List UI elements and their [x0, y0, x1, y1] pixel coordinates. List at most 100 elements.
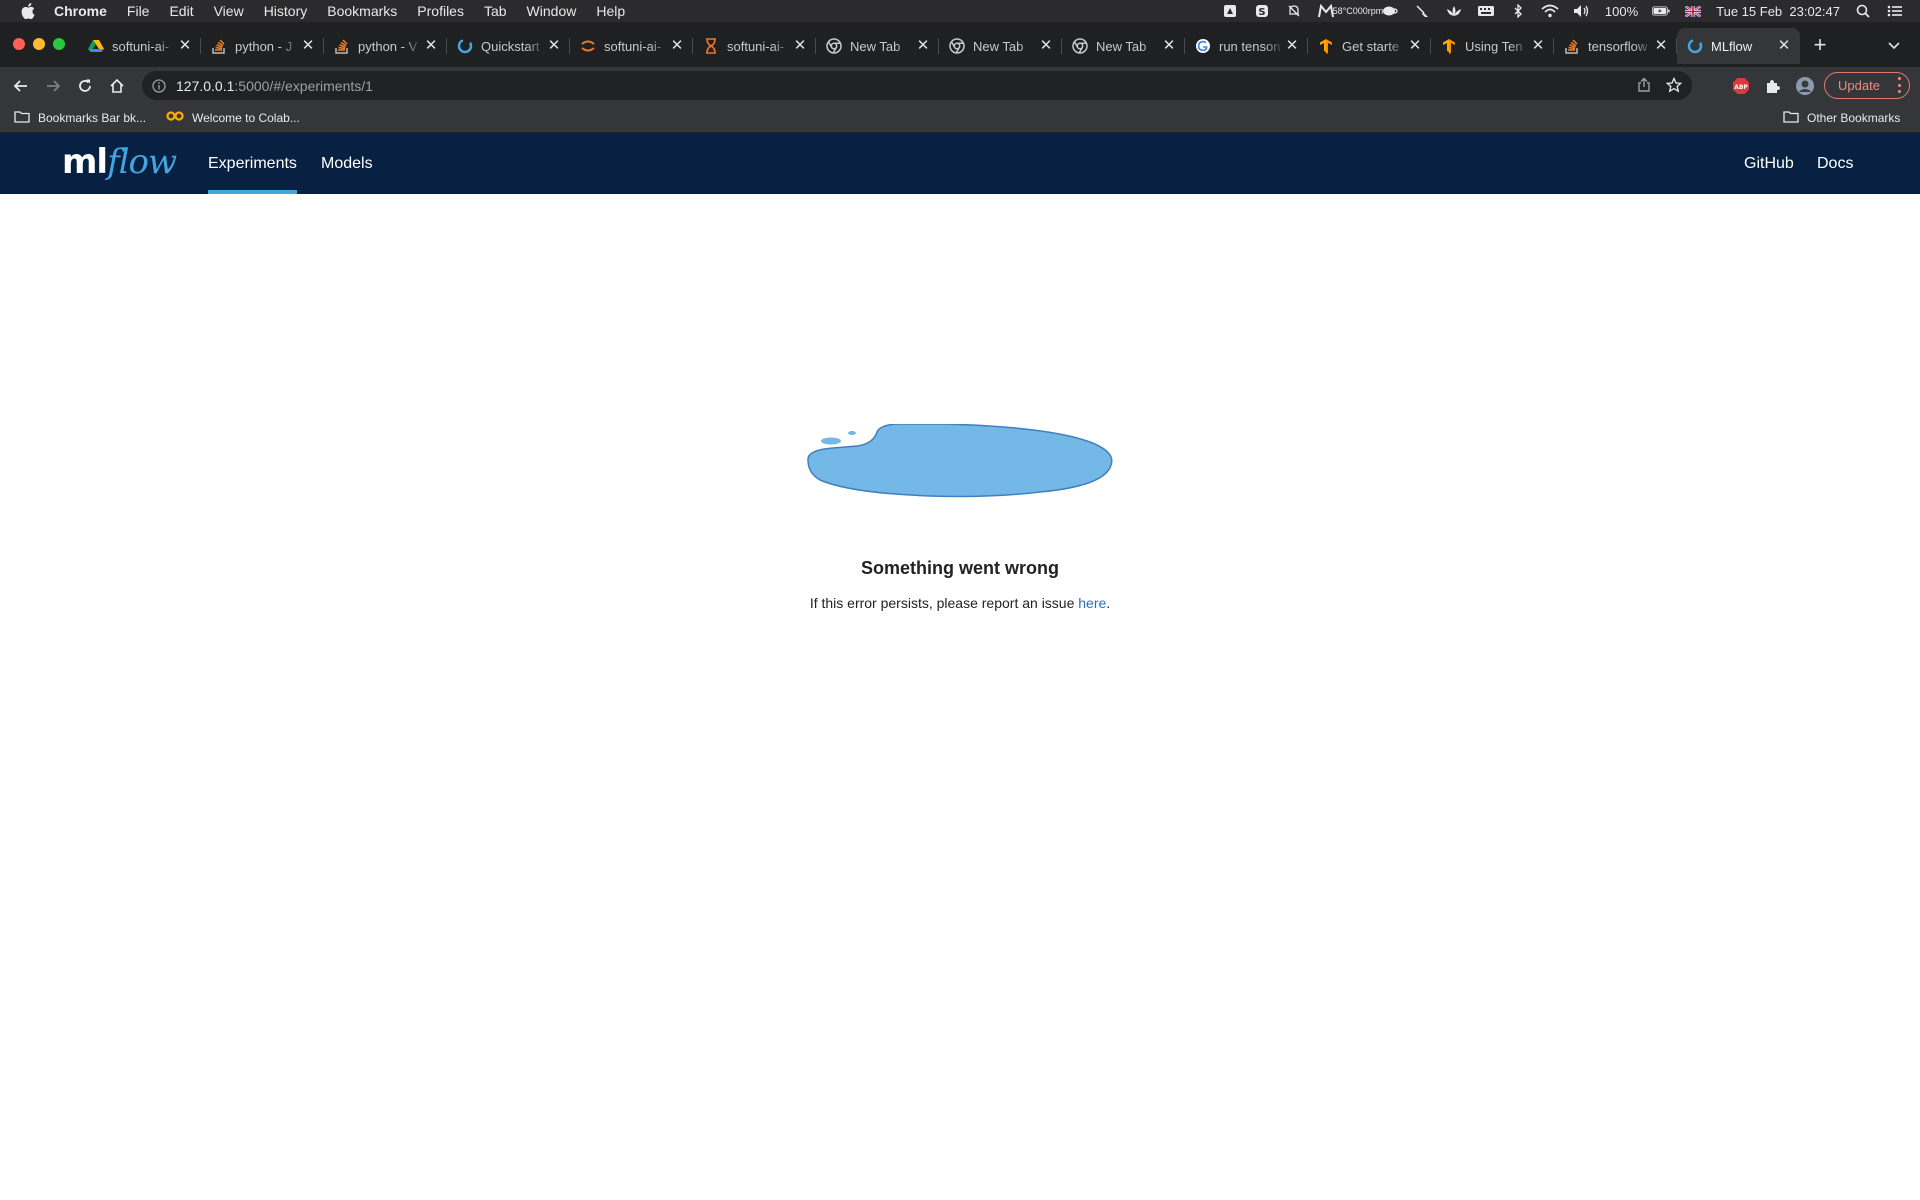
browser-tab[interactable]: softuni-ai- ✕ [570, 28, 693, 64]
close-tab-icon[interactable]: ✕ [1161, 38, 1177, 54]
browser-tab[interactable]: run tenson ✕ [1185, 28, 1308, 64]
close-tab-icon[interactable]: ✕ [1530, 38, 1546, 54]
extensions-puzzle-icon[interactable] [1763, 76, 1783, 96]
close-tab-icon[interactable]: ✕ [792, 38, 808, 54]
browser-tab[interactable]: softuni-ai- ✕ [78, 28, 201, 64]
tab-title: New Tab [850, 38, 901, 54]
url-text[interactable]: 127.0.0.1:5000/#/experiments/1 [176, 78, 373, 94]
broom-icon[interactable] [1413, 4, 1431, 18]
browser-tab[interactable]: New Tab ✕ [939, 28, 1062, 64]
kebab-menu-icon[interactable] [1897, 77, 1901, 93]
browser-tab[interactable]: Quickstart ✕ [447, 28, 570, 64]
menu-profiles[interactable]: Profiles [417, 3, 464, 19]
nav-models[interactable]: Models [321, 133, 373, 194]
menu-bar-status-area: S 58°C 000rpm 100% Tue 15 Feb 23:02:47 [1221, 0, 1920, 22]
report-issue-link[interactable]: here [1078, 595, 1106, 611]
menu-bookmarks[interactable]: Bookmarks [327, 3, 397, 19]
mlflow-icon [457, 38, 473, 54]
menu-help[interactable]: Help [596, 3, 625, 19]
close-tab-icon[interactable]: ✕ [300, 38, 316, 54]
browser-tab-strip: softuni-ai- ✕ python - J ✕ python - V ✕ … [0, 22, 1920, 67]
close-tab-icon[interactable]: ✕ [915, 38, 931, 54]
browser-tab[interactable]: Get starte ✕ [1308, 28, 1431, 64]
back-arrow-icon[interactable] [10, 75, 32, 97]
nav-docs[interactable]: Docs [1817, 133, 1853, 194]
adblock-plus-icon[interactable]: ABP [1731, 76, 1751, 96]
browser-tab[interactable]: New Tab ✕ [816, 28, 939, 64]
close-tab-icon[interactable]: ✕ [1407, 38, 1423, 54]
close-tab-icon[interactable]: ✕ [1653, 38, 1669, 54]
apple-icon[interactable] [18, 3, 38, 19]
svg-text:S: S [1258, 7, 1265, 18]
close-tab-icon[interactable]: ✕ [1776, 38, 1792, 54]
tab-search-chevron-icon[interactable] [1884, 36, 1904, 56]
profile-avatar-icon[interactable] [1795, 76, 1815, 96]
mlflow-header: ml flow Experiments Models GitHub Docs [0, 133, 1920, 194]
forward-arrow-icon[interactable] [42, 75, 64, 97]
google-drive-status-icon[interactable] [1221, 4, 1239, 18]
browser-tab[interactable]: Using Ten ✕ [1431, 28, 1554, 64]
wifi-icon[interactable] [1541, 4, 1559, 18]
tab-title: python - V [358, 38, 418, 54]
close-tab-icon[interactable]: ✕ [546, 38, 562, 54]
volume-icon[interactable] [1573, 4, 1591, 18]
reload-icon[interactable] [74, 75, 96, 97]
menu-edit[interactable]: Edit [169, 3, 193, 19]
bookmark-label: Welcome to Colab... [192, 110, 300, 125]
close-tab-icon[interactable]: ✕ [423, 38, 439, 54]
browser-tab-active[interactable]: MLflow ✕ [1677, 28, 1800, 64]
browser-tab[interactable]: softuni-ai- ✕ [693, 28, 816, 64]
browser-toolbar: 127.0.0.1:5000/#/experiments/1 ABP Updat… [0, 67, 1920, 105]
close-tab-icon[interactable]: ✕ [669, 38, 685, 54]
bluetooth-icon[interactable] [1509, 4, 1527, 18]
menu-file[interactable]: File [127, 3, 150, 19]
share-icon[interactable] [1636, 77, 1652, 98]
bookmark-star-icon[interactable] [1665, 76, 1683, 98]
close-tab-icon[interactable]: ✕ [1038, 38, 1054, 54]
uk-flag-icon[interactable] [1684, 4, 1702, 18]
menu-view[interactable]: View [214, 3, 244, 19]
nav-github[interactable]: GitHub [1744, 133, 1794, 194]
bookmark-folder-bookmarks-bar[interactable]: Bookmarks Bar bk... [14, 110, 146, 126]
s-app-icon[interactable]: S [1253, 4, 1271, 18]
coffee-cup-icon[interactable] [1381, 4, 1399, 18]
browser-tab[interactable]: python - V ✕ [324, 28, 447, 64]
tab-title: New Tab [973, 38, 1024, 54]
nav-experiments[interactable]: Experiments [208, 133, 297, 194]
notifications-off-icon[interactable] [1285, 4, 1303, 18]
zoom-window-button[interactable] [53, 38, 65, 50]
close-window-button[interactable] [13, 38, 25, 50]
update-chrome-button[interactable]: Update [1824, 72, 1910, 99]
control-center-icon[interactable] [1886, 4, 1904, 18]
temperature-readout[interactable]: 58°C 000rpm [1333, 4, 1384, 18]
menu-bar-clock[interactable]: Tue 15 Feb 23:02:47 [1716, 4, 1840, 19]
keyboard-icon[interactable] [1477, 4, 1495, 18]
close-tab-icon[interactable]: ✕ [1284, 38, 1300, 54]
battery-charging-icon[interactable] [1652, 4, 1670, 18]
browser-tab[interactable]: python - J ✕ [201, 28, 324, 64]
browser-tab[interactable]: tensorflow ✕ [1554, 28, 1677, 64]
new-tab-button[interactable]: + [1808, 34, 1832, 58]
colab-icon [166, 110, 184, 125]
address-bar[interactable]: 127.0.0.1:5000/#/experiments/1 [142, 71, 1692, 100]
nav-docs-label: Docs [1817, 154, 1854, 172]
spotlight-search-icon[interactable] [1854, 4, 1872, 18]
tab-title: New Tab [1096, 38, 1147, 54]
lotus-icon[interactable] [1445, 4, 1463, 18]
menu-history[interactable]: History [264, 3, 308, 19]
menu-window[interactable]: Window [527, 3, 577, 19]
battery-percent[interactable]: 100% [1605, 4, 1638, 19]
site-info-icon[interactable] [151, 78, 167, 94]
bookmark-colab[interactable]: Welcome to Colab... [166, 110, 300, 125]
error-message: If this error persists, please report an… [0, 595, 1920, 611]
bookmark-folder-other[interactable]: Other Bookmarks [1783, 110, 1900, 126]
logo-flow-text: flow [107, 142, 177, 182]
minimize-window-button[interactable] [33, 38, 45, 50]
browser-tab[interactable]: New Tab ✕ [1062, 28, 1185, 64]
close-tab-icon[interactable]: ✕ [177, 38, 193, 54]
home-icon[interactable] [106, 75, 128, 97]
menu-tab[interactable]: Tab [484, 3, 507, 19]
mlflow-logo[interactable]: ml flow [62, 142, 177, 184]
menu-app-name[interactable]: Chrome [54, 3, 107, 19]
window-controls [13, 38, 65, 50]
